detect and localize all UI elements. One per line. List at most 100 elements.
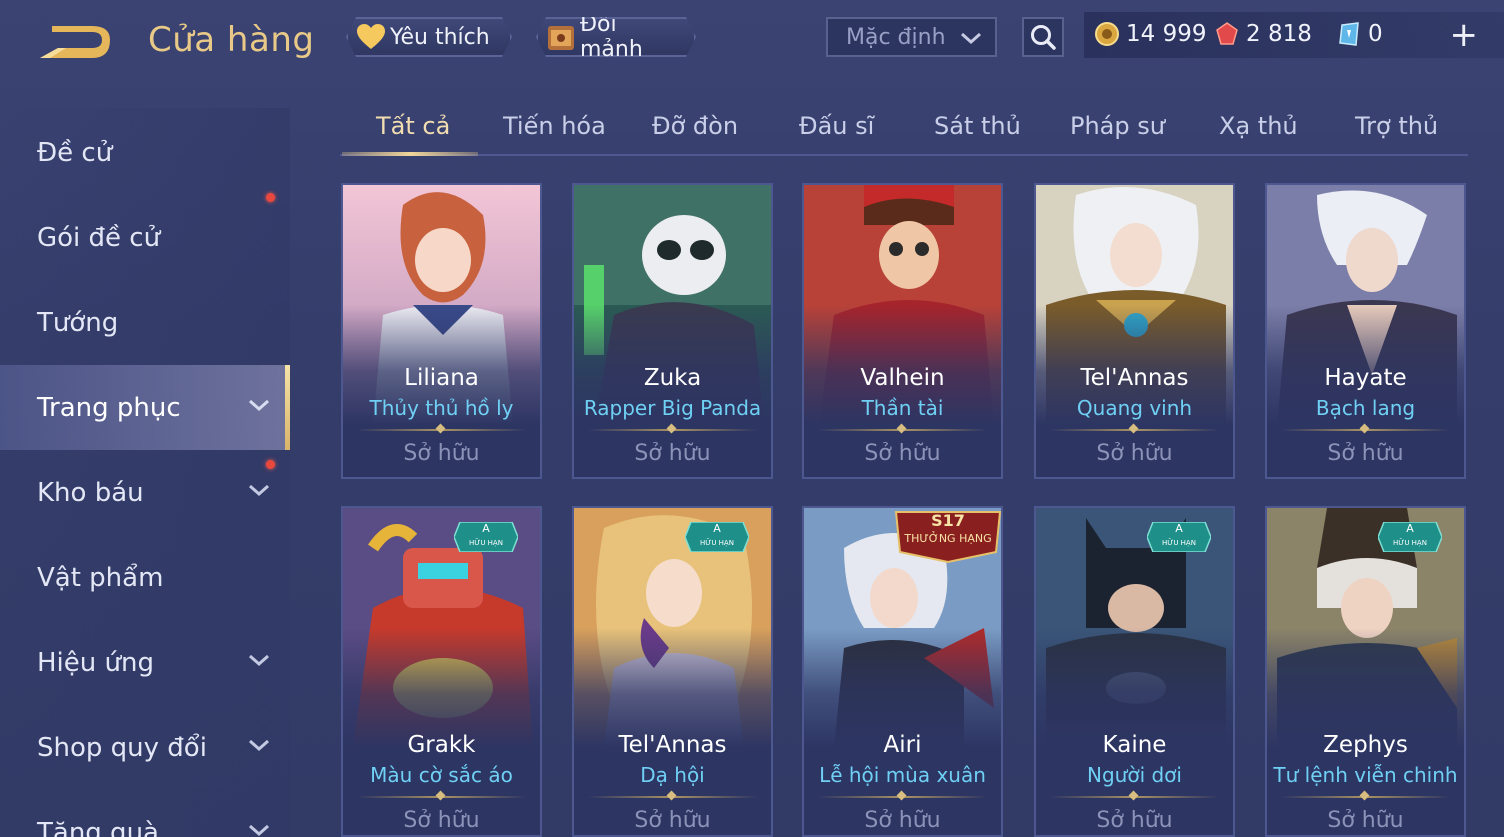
hero-name: Kaine	[1102, 732, 1167, 758]
add-currency-button[interactable]: +	[1450, 18, 1479, 52]
card-divider	[1281, 796, 1450, 798]
ticket-currency: 0	[1336, 21, 1383, 47]
skin-name: Bạch lang	[1315, 396, 1416, 420]
card-divider	[588, 429, 757, 431]
gem-value: 2 818	[1246, 21, 1312, 47]
sidebar-item-label: Shop quy đổi	[37, 732, 207, 763]
card-fade	[1036, 628, 1233, 748]
skin-card[interactable]: A HỮU HẠN Grakk Màu cờ sắc áo Sở hữu	[341, 506, 542, 837]
limited-badge-grade: A	[713, 522, 721, 535]
ticket-icon	[1336, 21, 1362, 47]
chevron-down-icon	[961, 32, 981, 45]
search-button[interactable]	[1022, 17, 1064, 57]
card-fade	[804, 628, 1001, 748]
limited-badge-label: HỮU HẠN	[1393, 539, 1427, 547]
tab-tank[interactable]: Đỡ đòn	[652, 112, 738, 140]
sidebar-item-recommended[interactable]: Đề cử	[0, 110, 290, 195]
owned-status: Sở hữu	[1327, 808, 1404, 833]
hero-name: Liliana	[404, 365, 479, 391]
chevron-down-icon	[249, 739, 269, 752]
sidebar-item-heroes[interactable]: Tướng	[0, 280, 290, 365]
sidebar-item-label: Kho báu	[37, 477, 144, 508]
limited-badge-label: HỮU HẠN	[700, 539, 734, 547]
tab-all[interactable]: Tất cả	[376, 112, 450, 140]
skin-name: Dạ hội	[640, 763, 705, 787]
skin-card[interactable]: S17 THƯỞNG HẠNG Airi Lễ hội mùa xuân Sở …	[802, 506, 1003, 837]
limited-badge-text: A HỮU HẠN	[1147, 522, 1211, 550]
chest-icon	[546, 22, 576, 52]
hero-name: Grakk	[407, 732, 476, 758]
skin-card[interactable]: A HỮU HẠN Zephys Tư lệnh viễn chinh Sở h…	[1265, 506, 1466, 837]
sidebar-item-effects[interactable]: Hiệu ứng	[0, 620, 290, 705]
favorite-button[interactable]: Yêu thích	[346, 17, 512, 57]
chevron-down-icon	[249, 399, 269, 412]
limited-badge-text: A HỮU HẠN	[1378, 522, 1442, 550]
owned-status: Sở hữu	[403, 441, 480, 466]
hero-name: Zuka	[643, 365, 702, 391]
skin-card[interactable]: A HỮU HẠN Kaine Người dơi Sở hữu	[1034, 506, 1235, 837]
exchange-shards-button[interactable]: Đổi mảnh	[536, 17, 696, 57]
rank-badge-label: THƯỞNG HẠNG	[904, 532, 992, 545]
skin-name: Rapper Big Panda	[583, 396, 762, 420]
category-tabs: Tất cả Tiến hóa Đỡ đòn Đấu sĩ Sát thủ Ph…	[340, 108, 1468, 156]
card-divider	[818, 429, 987, 431]
top-bar: Cửa hàng Yêu thích Đổi mảnh Mặc định 14 …	[0, 0, 1504, 80]
hero-name: Tel'Annas	[1080, 365, 1189, 391]
heart-icon	[356, 22, 386, 52]
skin-card[interactable]: Zuka Rapper Big Panda Sở hữu	[572, 183, 773, 479]
card-divider	[1281, 429, 1450, 431]
search-icon	[1031, 25, 1056, 50]
skin-card[interactable]: Tel'Annas Quang vinh Sở hữu	[1034, 183, 1235, 479]
limited-badge-grade: A	[1406, 522, 1414, 535]
skin-card[interactable]: Hayate Bạch lang Sở hữu	[1265, 183, 1466, 479]
limited-badge-text: A HỮU HẠN	[454, 522, 518, 550]
ticket-value: 0	[1368, 21, 1383, 47]
sidebar-item-gifts[interactable]: Tặng quà	[0, 790, 290, 837]
back-arrow-icon	[40, 26, 110, 58]
tab-fighter[interactable]: Đấu sĩ	[799, 112, 874, 140]
rank-badge-text: S17 THƯỞNG HẠNG	[892, 511, 1001, 548]
sort-dropdown[interactable]: Mặc định	[826, 17, 997, 57]
skin-card[interactable]: Liliana Thủy thủ hồ ly Sở hữu	[341, 183, 542, 479]
sidebar-item-treasure[interactable]: Kho báu	[0, 450, 290, 535]
tab-marksman[interactable]: Xạ thủ	[1219, 112, 1298, 140]
back-button[interactable]	[36, 22, 116, 62]
sidebar-item-skins[interactable]: Trang phục	[0, 365, 290, 450]
page-title: Cửa hàng	[148, 20, 315, 60]
notification-dot	[266, 193, 275, 202]
skin-card[interactable]: Valhein Thần tài Sở hữu	[802, 183, 1003, 479]
owned-status: Sở hữu	[634, 441, 711, 466]
sidebar-item-label: Tặng quà	[37, 817, 159, 837]
tab-mage[interactable]: Pháp sư	[1070, 112, 1165, 140]
tab-support[interactable]: Trợ thủ	[1355, 112, 1438, 140]
card-fade	[343, 628, 540, 748]
sort-value: Mặc định	[846, 24, 946, 50]
gold-value: 14 999	[1126, 21, 1207, 47]
limited-badge-grade: A	[482, 522, 490, 535]
favorite-label: Yêu thích	[390, 24, 490, 50]
tab-evolution[interactable]: Tiến hóa	[503, 112, 606, 140]
sidebar-item-label: Tướng	[37, 307, 119, 338]
sidebar-item-recommended-bundles[interactable]: Gói đề cử	[0, 193, 290, 280]
tab-assassin[interactable]: Sát thủ	[934, 112, 1021, 140]
hero-name: Hayate	[1324, 365, 1407, 391]
card-divider	[357, 429, 526, 431]
rank-badge-season: S17	[931, 511, 965, 530]
sidebar-item-items[interactable]: Vật phẩm	[0, 535, 290, 620]
hero-name: Zephys	[1323, 732, 1408, 758]
card-divider	[1050, 796, 1219, 798]
hero-name: Airi	[883, 732, 922, 758]
limited-badge-grade: A	[1175, 522, 1183, 535]
sidebar-item-label: Trang phục	[37, 392, 181, 423]
skin-card[interactable]: A HỮU HẠN Tel'Annas Dạ hội Sở hữu	[572, 506, 773, 837]
hero-name: Valhein	[860, 365, 945, 391]
owned-status: Sở hữu	[1096, 808, 1173, 833]
sidebar-item-exchange-shop[interactable]: Shop quy đổi	[0, 705, 290, 790]
sidebar-item-label: Gói đề cử	[37, 222, 161, 253]
gold-coin-icon	[1094, 21, 1120, 47]
active-tab-indicator	[342, 152, 478, 156]
skin-name: Tư lệnh viễn chinh	[1273, 763, 1458, 787]
skin-name: Thủy thủ hồ ly	[369, 396, 514, 420]
skin-name: Màu cờ sắc áo	[370, 763, 513, 787]
card-fade	[574, 628, 771, 748]
